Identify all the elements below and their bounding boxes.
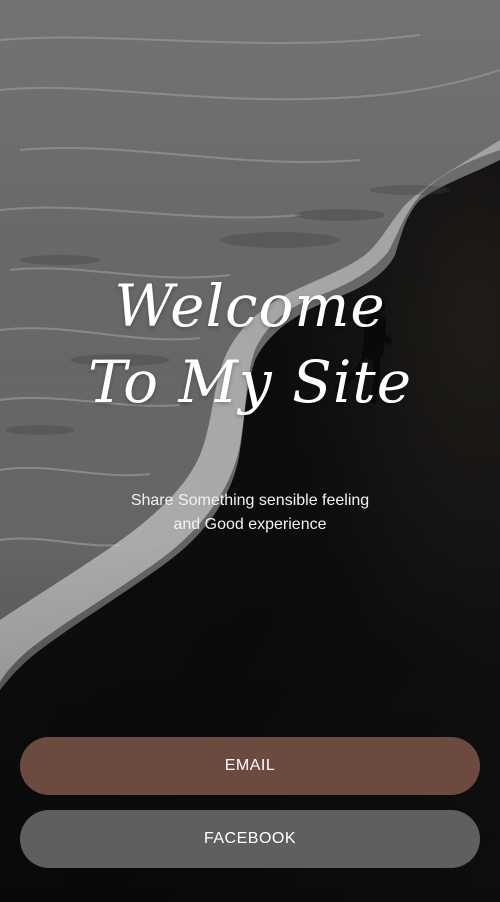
subtitle-line-1: Share Something sensible feeling [130,492,370,509]
facebook-button-label: FACEBOOK [203,830,297,847]
email-login-button[interactable]: EMAIL [20,737,480,795]
title-line-1: Welcome [114,272,386,340]
welcome-subtitle: Share Something sensible feeling and Goo… [0,489,500,537]
welcome-title: Welcome To My Site [0,268,500,420]
email-button-label: EMAIL [224,757,276,774]
subtitle-line-2: and Good experience [173,516,327,533]
facebook-login-button[interactable]: FACEBOOK [20,810,480,868]
welcome-screen: Welcome To My Site Share Something sensi… [0,0,500,902]
title-line-2: To My Site [87,348,413,416]
